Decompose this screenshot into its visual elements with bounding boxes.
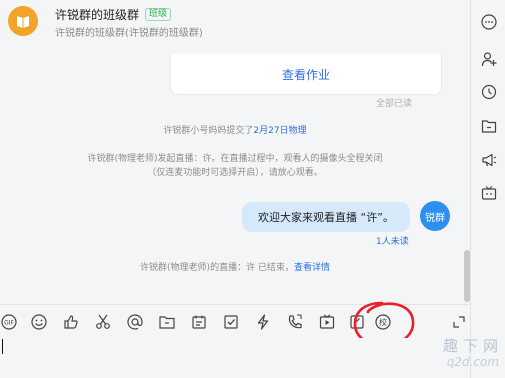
group-avatar[interactable] xyxy=(8,6,38,36)
live-notice-line2: （仅连麦功能时可选择开启），请放心观看。 xyxy=(147,168,323,178)
tv-icon[interactable] xyxy=(481,185,497,201)
group-subtitle: 许锐群的班级群(许锐群的班级群) xyxy=(55,28,203,39)
live-video-icon[interactable] xyxy=(318,313,336,331)
calendar-icon[interactable] xyxy=(190,313,208,331)
scissors-icon[interactable] xyxy=(94,313,112,331)
at-icon[interactable] xyxy=(126,313,144,331)
group-title: 许锐群的班级群 xyxy=(55,8,140,22)
read-status: 全部已读 xyxy=(375,99,412,109)
unread-count[interactable]: 1人未读 xyxy=(376,234,409,247)
group-title-row: 许锐群的班级群 班级 xyxy=(55,6,172,23)
view-homework-button[interactable]: 查看作业 xyxy=(171,66,441,83)
emoji-icon[interactable] xyxy=(30,313,48,331)
view-details-link[interactable]: 查看详情 xyxy=(294,263,330,273)
my-message-text: 欢迎大家来观看直播 “许”。 xyxy=(258,211,394,224)
live-end-text: 许锐群(物理老师)的直播：许 已结束， xyxy=(140,263,294,273)
chat-messages: 查看作业 全部已读 许锐群小号妈妈提交了2月27日物理 许锐群(物理老师)发起直… xyxy=(0,44,470,304)
live-notice-line1: 许锐群(物理老师)发起直播：许。在直播过程中，观看人的摄像头全程关闭 xyxy=(87,154,383,164)
message-input[interactable] xyxy=(0,338,470,378)
right-sidebar xyxy=(471,0,505,378)
my-avatar[interactable]: 锐群 xyxy=(420,201,450,231)
gif-icon[interactable]: GIF xyxy=(0,313,18,331)
homework-card[interactable]: 查看作业 xyxy=(170,54,442,95)
expand-icon[interactable] xyxy=(450,313,468,331)
add-member-icon[interactable] xyxy=(481,51,497,67)
my-message-bubble[interactable]: 欢迎大家来观看直播 “许”。 xyxy=(242,202,410,232)
submit-link[interactable]: 2月27日物理 xyxy=(253,126,306,136)
class-badge: 班级 xyxy=(145,8,172,21)
thumbs-up-icon[interactable] xyxy=(62,313,80,331)
history-icon[interactable] xyxy=(481,84,497,100)
phone-icon[interactable] xyxy=(286,313,304,331)
lightning-icon[interactable] xyxy=(254,313,272,331)
book-icon xyxy=(17,16,29,28)
checkbox-icon[interactable] xyxy=(222,313,240,331)
live-start-notice: 许锐群(物理老师)发起直播：许。在直播过程中，观看人的摄像头全程关闭 （仅连麦功… xyxy=(0,152,470,180)
text-caret xyxy=(2,339,3,354)
chat-header: 许锐群的班级群 班级 许锐群的班级群(许锐群的班级群) xyxy=(0,0,470,44)
svg-text:GIF: GIF xyxy=(4,320,14,327)
announcement-icon[interactable] xyxy=(481,152,497,168)
folder-icon[interactable] xyxy=(158,313,176,331)
watermark-line2: q2d.com xyxy=(446,355,499,369)
input-toolbar: GIF 校 xyxy=(0,301,470,347)
files-icon[interactable] xyxy=(481,118,497,134)
live-end-notice: 许锐群(物理老师)的直播：许 已结束，查看详情 xyxy=(0,261,470,275)
more-icon[interactable] xyxy=(481,14,497,30)
watermark-line1: 趣下网 xyxy=(442,337,503,355)
submit-notice-text: 许锐群小号妈妈提交了 xyxy=(163,126,254,136)
submit-notice: 许锐群小号妈妈提交了2月27日物理 xyxy=(0,124,470,138)
site-watermark: 趣下网 q2d.com xyxy=(420,335,505,378)
